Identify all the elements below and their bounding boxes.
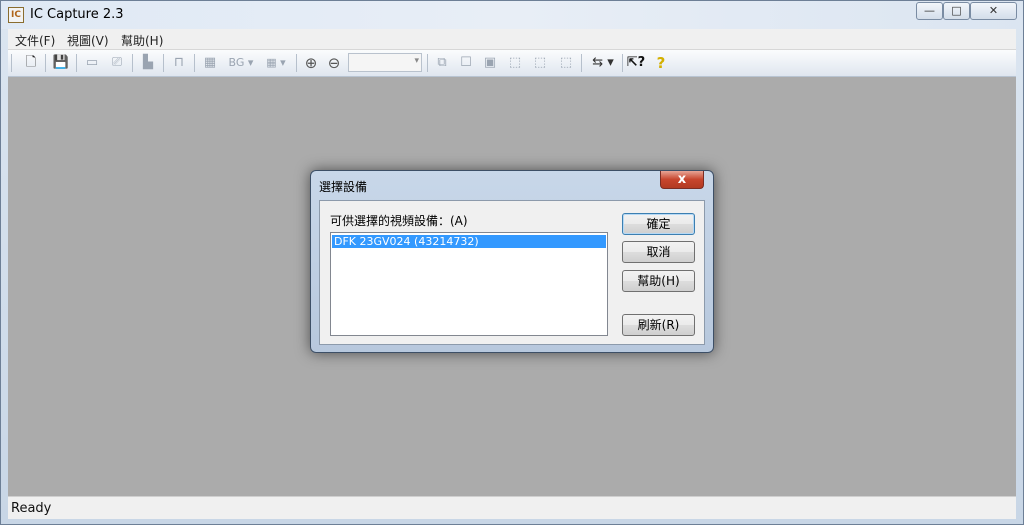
separator xyxy=(581,54,582,72)
video-format-icon[interactable]: ▦ xyxy=(200,53,220,73)
refresh-button[interactable]: 刷新(R) xyxy=(622,314,695,336)
overlay-tool-6-icon[interactable]: ⬚ xyxy=(556,53,576,73)
help-button[interactable]: 幫助(H) xyxy=(622,270,695,292)
separator xyxy=(45,54,46,72)
display-grid-dropdown[interactable]: ▦ ▾ xyxy=(260,53,292,73)
whats-this-help-icon[interactable]: ⇱? xyxy=(626,53,646,73)
trigger-icon[interactable]: ⊓ xyxy=(169,53,189,73)
menu-bar: 文件(F) 視圖(V) 幫助(H) xyxy=(8,29,1016,50)
separator xyxy=(132,54,133,72)
device-list-item[interactable]: DFK 23GV024 (43214732) xyxy=(332,235,606,248)
help-icon[interactable]: ? xyxy=(651,53,671,73)
maximize-button[interactable]: □ xyxy=(943,2,970,20)
overlay-tool-2-icon[interactable]: ☐ xyxy=(456,53,476,73)
status-text: Ready xyxy=(11,501,52,516)
histogram-icon[interactable]: ▙ xyxy=(138,53,158,73)
separator xyxy=(427,54,428,72)
select-device-dialog: 選擇設備 x 可供選擇的視頻設備：(A) DFK 23GV024 (432147… xyxy=(310,170,714,353)
dialog-close-button[interactable]: x xyxy=(660,171,704,189)
device-list-label: 可供選擇的視頻設備：(A) xyxy=(330,214,468,228)
title-bar[interactable]: IC IC Capture 2.3 — □ ✕ xyxy=(1,1,1023,29)
toolbar: 🗋 💾 ▭ ⎚ ▙ ⊓ ▦ BG ▾ ▦ ▾ ⊕ ⊖ ▾ ⧉ ☐ ▣ ⬚ ⬚ ⬚… xyxy=(8,50,1016,77)
zoom-in-icon[interactable]: ⊕ xyxy=(301,53,321,73)
separator xyxy=(296,54,297,72)
separator xyxy=(622,54,623,72)
menu-help[interactable]: 幫助(H) xyxy=(121,32,163,49)
status-bar: Ready xyxy=(8,496,1016,519)
device-listbox[interactable]: DFK 23GV024 (43214732) xyxy=(330,232,608,336)
usb-device-dropdown-icon[interactable]: ⇆ ▾ xyxy=(586,53,620,73)
ok-button[interactable]: 確定 xyxy=(622,213,695,235)
zoom-out-icon[interactable]: ⊖ xyxy=(324,53,344,73)
overlay-tool-5-icon[interactable]: ⬚ xyxy=(530,53,550,73)
menu-view[interactable]: 視圖(V) xyxy=(67,32,109,49)
zoom-combo[interactable]: ▾ xyxy=(348,53,422,72)
record-video-icon[interactable]: ▭ xyxy=(82,53,102,73)
overlay-tool-4-icon[interactable]: ⬚ xyxy=(505,53,525,73)
dialog-body: 可供選擇的視頻設備：(A) DFK 23GV024 (43214732) 確定 … xyxy=(319,200,705,345)
new-document-icon[interactable]: 🗋 xyxy=(21,53,41,73)
dialog-title: 選擇設備 xyxy=(319,180,368,194)
separator xyxy=(76,54,77,72)
overlay-tool-1-icon[interactable]: ⧉ xyxy=(432,53,452,73)
close-window-button[interactable]: ✕ xyxy=(970,2,1017,20)
snapshot-camera-icon[interactable]: ⎚ xyxy=(107,53,127,73)
chevron-down-icon: ▾ xyxy=(414,56,419,66)
window-title: IC Capture 2.3 xyxy=(30,7,124,22)
app-icon[interactable]: IC xyxy=(8,7,24,23)
cancel-button[interactable]: 取消 xyxy=(622,241,695,263)
bayer-pattern-dropdown[interactable]: BG ▾ xyxy=(224,53,258,73)
save-icon[interactable]: 💾 xyxy=(51,53,71,73)
overlay-tool-3-icon[interactable]: ▣ xyxy=(480,53,500,73)
menu-file[interactable]: 文件(F) xyxy=(15,32,55,49)
separator xyxy=(163,54,164,72)
minimize-button[interactable]: — xyxy=(916,2,943,20)
toolbar-grip xyxy=(11,54,12,72)
separator xyxy=(194,54,195,72)
